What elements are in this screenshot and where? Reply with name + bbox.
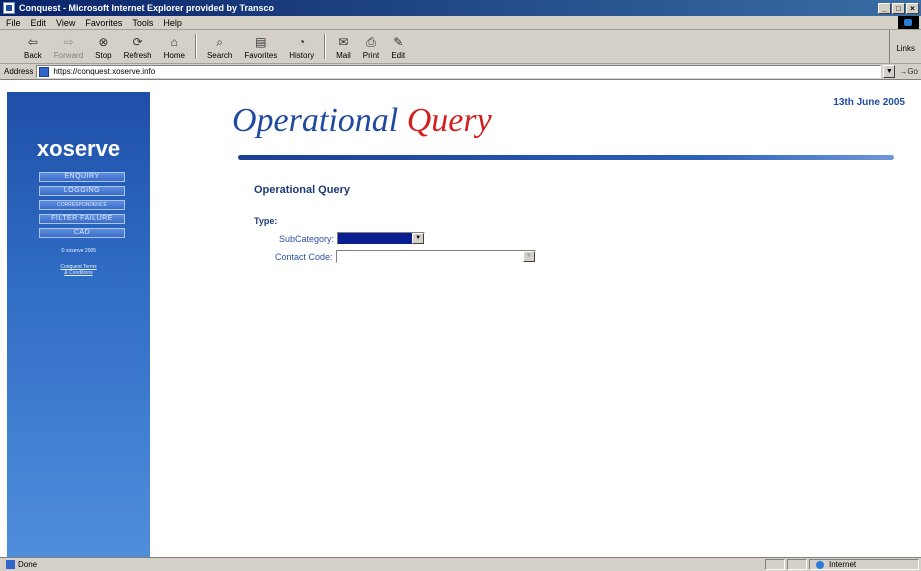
favorites-label: Favorites — [244, 51, 278, 60]
menu-tools[interactable]: Tools — [127, 18, 158, 28]
favorites-button[interactable]: ▤ Favorites — [238, 30, 283, 63]
page-icon — [39, 66, 50, 77]
refresh-button[interactable]: ⟳ Refresh — [118, 30, 158, 63]
go-label: Go — [907, 67, 918, 76]
menu-view[interactable]: View — [51, 18, 80, 28]
go-button[interactable]: →Go — [897, 67, 921, 76]
xoserve-logo: xoserve — [36, 136, 121, 161]
refresh-label: Refresh — [123, 51, 152, 60]
back-arrow-icon: ⇦ — [27, 35, 38, 49]
menu-help[interactable]: Help — [158, 18, 187, 28]
refresh-icon: ⟳ — [132, 35, 143, 49]
history-label: History — [289, 51, 315, 60]
edit-icon: ✎ — [393, 35, 404, 49]
print-icon: ⎙ — [366, 34, 376, 49]
menu-favorites[interactable]: Favorites — [80, 18, 127, 28]
subcategory-label: SubCategory: — [279, 233, 335, 244]
chevron-down-icon[interactable]: ▼ — [412, 233, 425, 244]
nav-correspondence[interactable]: CORRESPONDENCE — [39, 200, 125, 210]
back-label: Back — [24, 51, 42, 60]
status-text: Done — [18, 560, 38, 569]
address-dropdown-button[interactable]: ▼ — [883, 65, 896, 78]
mail-button[interactable]: ✉ Mail — [330, 30, 357, 63]
terms-line-2: & Conditions — [64, 270, 93, 276]
search-button[interactable]: ⌕ Search — [201, 30, 238, 63]
nav-cad[interactable]: CAD — [39, 228, 125, 238]
page-date: 13th June 2005 — [833, 97, 905, 108]
page-subheading: Operational Query — [254, 184, 350, 196]
nav-filter-failure[interactable]: FILTER FAILURE — [39, 214, 125, 224]
history-icon: ◔ — [298, 35, 306, 49]
forward-button[interactable]: ⇨ Forward — [48, 30, 89, 63]
print-button[interactable]: ⎙ Print — [357, 30, 385, 63]
address-label: Address — [4, 67, 34, 76]
windows-logo-icon — [898, 16, 919, 29]
minimize-button[interactable]: _ — [878, 2, 891, 14]
stop-button[interactable]: ⊗ Stop — [89, 30, 117, 63]
ie-app-icon — [3, 2, 15, 14]
zone-label: Internet — [829, 560, 857, 569]
maximize-button[interactable]: □ — [892, 2, 905, 14]
nav-logging[interactable]: LOGGING — [39, 186, 125, 196]
history-button[interactable]: ◔ History — [283, 30, 320, 63]
window-title: Conquest - Microsoft Internet Explorer p… — [19, 3, 275, 13]
status-cell — [765, 559, 785, 570]
page-done-icon — [6, 560, 15, 569]
site-sidebar: xoserve ENQUIRY LOGGING CORRESPONDENCE F… — [7, 92, 150, 557]
banner-divider — [238, 155, 894, 160]
home-button[interactable]: ⌂ Home — [158, 30, 191, 63]
menu-bar: File Edit View Favorites Tools Help — [0, 16, 921, 30]
close-button[interactable]: × — [906, 2, 919, 14]
subcategory-row: SubCategory: ▼ — [279, 232, 426, 245]
globe-icon — [816, 560, 824, 569]
status-bar: Done Internet — [0, 557, 921, 571]
print-label: Print — [362, 51, 380, 60]
subcategory-selected-value — [338, 233, 413, 244]
toolbar-separator — [194, 34, 197, 59]
stop-icon: ⊗ — [98, 35, 109, 49]
nav-enquiry[interactable]: ENQUIRY — [39, 172, 125, 182]
security-zone: Internet — [809, 559, 919, 570]
contact-code-selected-value — [336, 251, 523, 262]
menu-edit[interactable]: Edit — [26, 18, 52, 28]
sidebar-nav: ENQUIRY LOGGING CORRESPONDENCE FILTER FA… — [39, 172, 125, 238]
contact-code-label: Contact Code: — [275, 251, 333, 262]
chevron-down-icon[interactable]: ▼ — [522, 251, 535, 262]
type-label: Type: — [254, 216, 278, 226]
banner-operational: Operational — [232, 102, 399, 139]
address-input[interactable]: https://conquest.xoserve.info — [36, 65, 882, 78]
subcategory-select[interactable]: ▼ — [337, 232, 426, 245]
window-title-bar: Conquest - Microsoft Internet Explorer p… — [0, 0, 921, 16]
mail-icon: ✉ — [338, 35, 349, 49]
back-button[interactable]: ⇦ Back — [18, 30, 48, 63]
banner-query: Query — [406, 102, 492, 139]
page-banner: Operational Query — [232, 102, 492, 140]
contact-code-row: Contact Code: ▼ — [275, 250, 536, 263]
window-controls: _ □ × — [878, 2, 919, 14]
edit-button[interactable]: ✎ Edit — [385, 30, 411, 63]
address-bar: Address https://conquest.xoserve.info ▼ … — [0, 64, 921, 80]
menu-file[interactable]: File — [0, 18, 26, 28]
mail-label: Mail — [336, 51, 351, 60]
stop-label: Stop — [95, 51, 112, 60]
home-icon: ⌂ — [170, 35, 178, 49]
forward-arrow-icon: ⇨ — [63, 35, 74, 49]
browser-toolbar: ⇦ Back ⇨ Forward ⊗ Stop ⟳ Refresh ⌂ Home… — [0, 30, 921, 64]
status-cell — [787, 559, 807, 570]
forward-label: Forward — [53, 51, 84, 60]
address-url: https://conquest.xoserve.info — [53, 67, 156, 76]
favorites-icon: ▤ — [255, 35, 267, 49]
edit-label: Edit — [391, 51, 406, 60]
toolbar-separator — [324, 34, 327, 59]
links-button[interactable]: Links — [889, 30, 921, 63]
contact-code-select[interactable]: ▼ — [335, 250, 536, 263]
search-icon: ⌕ — [216, 34, 223, 49]
home-label: Home — [163, 51, 185, 60]
terms-link[interactable]: Conquest Terms & Conditions — [7, 264, 150, 276]
copyright-text: © xoserve 2005 — [60, 248, 97, 254]
search-label: Search — [206, 51, 233, 60]
